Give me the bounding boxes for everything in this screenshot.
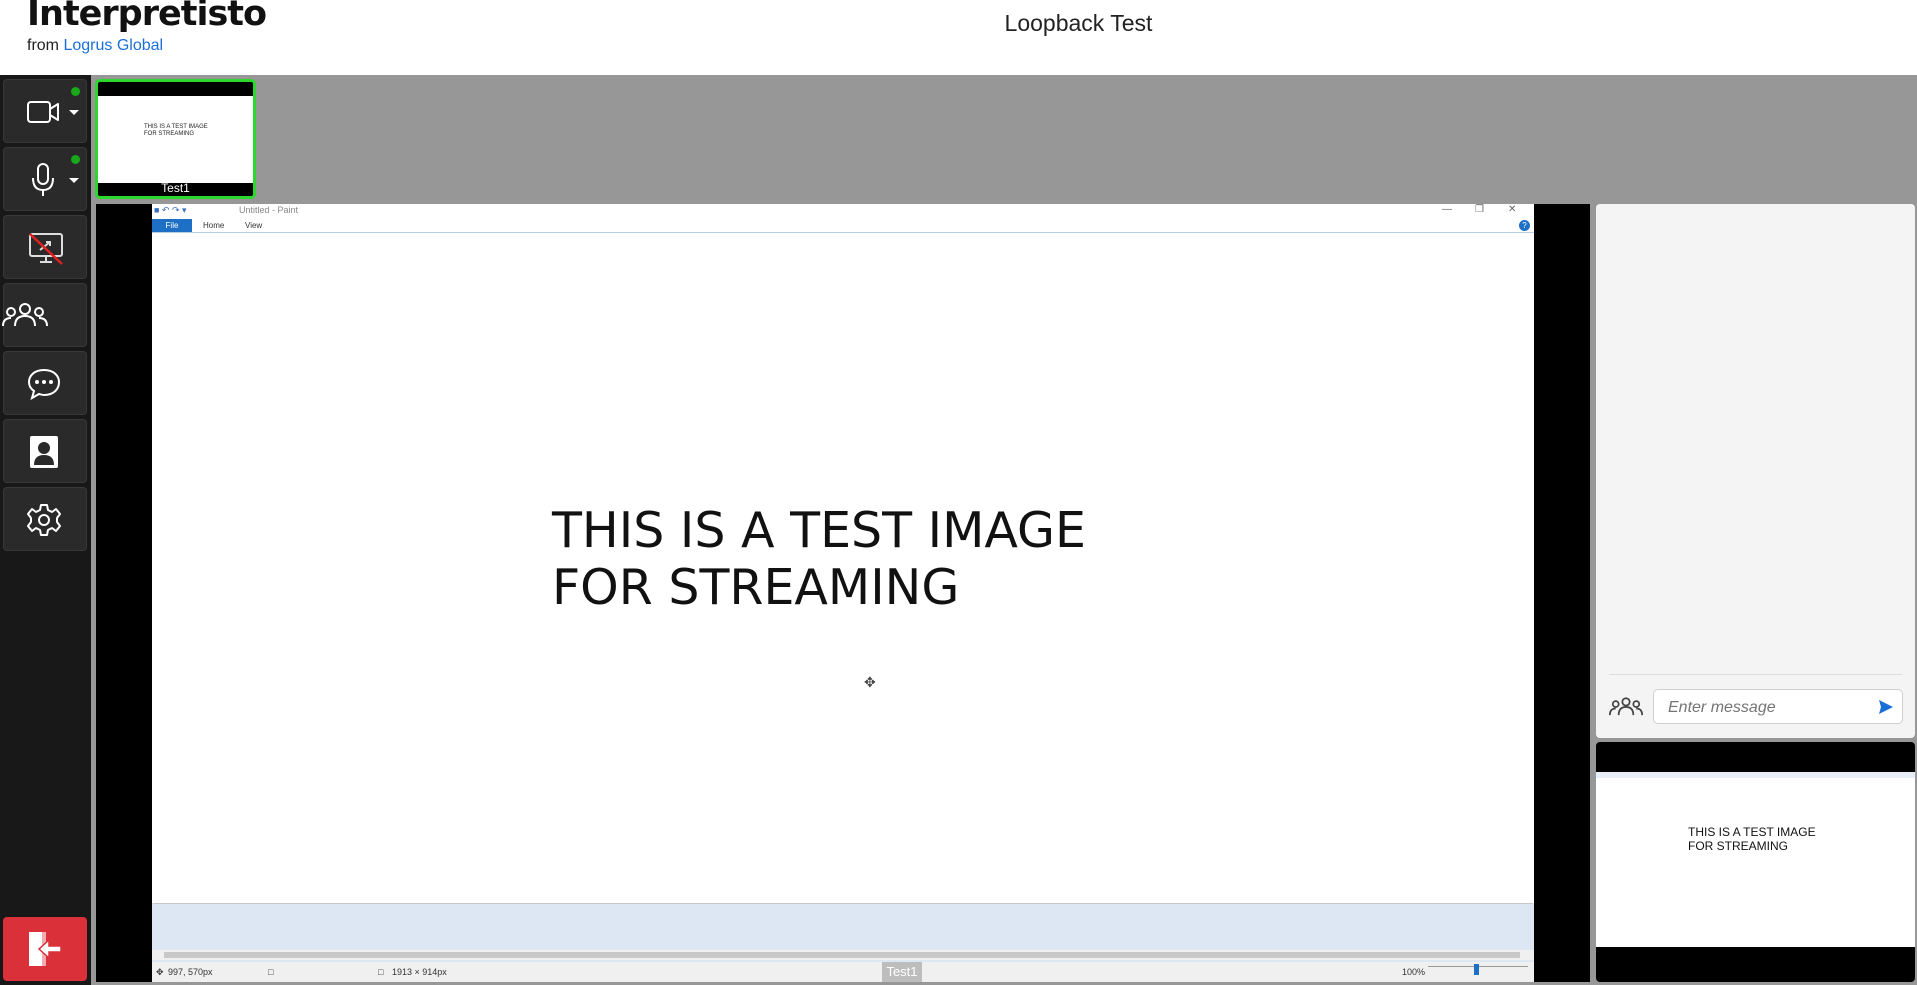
- chat-button[interactable]: [3, 351, 87, 415]
- send-icon[interactable]: [1878, 699, 1894, 720]
- chat-panel: [1596, 204, 1915, 738]
- paint-canvas: THIS IS A TEST IMAGE FOR STREAMING ✥: [152, 237, 1534, 903]
- canvas-text-line2: FOR STREAMING: [552, 559, 960, 616]
- message-input[interactable]: [1666, 697, 1870, 719]
- logrus-link[interactable]: Logrus Global: [63, 37, 163, 54]
- camera-button[interactable]: [3, 79, 87, 143]
- brand-subtitle: from Logrus Global: [27, 37, 163, 55]
- help-icon: ?: [1519, 220, 1530, 231]
- self-preview: THIS IS A TEST IMAGE FOR STREAMING: [1596, 742, 1915, 982]
- screen-share-button[interactable]: [3, 215, 87, 279]
- preview-text-line1: THIS IS A TEST IMAGE: [1688, 825, 1816, 839]
- chevron-down-icon[interactable]: [69, 178, 79, 183]
- profile-button[interactable]: [3, 419, 87, 483]
- cursor-position: 997, 570px: [168, 967, 213, 977]
- participant-thumbnail[interactable]: THIS IS A TEST IMAGE FOR STREAMING Test1: [95, 79, 256, 199]
- zoom-level: 100%: [1402, 967, 1426, 977]
- paint-home-tab: Home: [203, 221, 225, 230]
- paint-statusbar: ✥ 997, 570px □ □ 1913 × 914px 100%: [152, 962, 1534, 982]
- shared-paint-window: ■ ↶ ↷ ▾ Untitled - Paint — ❐ ✕ File Home…: [152, 204, 1534, 982]
- close-icon: ✕: [1508, 204, 1517, 215]
- chat-divider: [1609, 674, 1902, 675]
- header: Interpretisto from Logrus Global Loopbac…: [0, 0, 1917, 75]
- preview-text-line2: FOR STREAMING: [1688, 839, 1789, 853]
- zoom-slider-thumb: [1474, 964, 1479, 975]
- minimize-icon: —: [1442, 204, 1452, 215]
- message-box: [1653, 689, 1903, 724]
- thumbnail-text-line2: FOR STREAMING: [144, 131, 195, 137]
- cursor-position-icon: ✥: [156, 967, 164, 977]
- thumbnail-text-line1: THIS IS A TEST IMAGE: [144, 124, 208, 130]
- stream-label: Test1: [882, 962, 922, 982]
- paint-titlebar: ■ ↶ ↷ ▾ Untitled - Paint — ❐ ✕: [152, 204, 1534, 218]
- camera-status-dot: [71, 87, 80, 96]
- paint-ribbon: File Home View ?: [152, 219, 1534, 233]
- main-screen-share: ■ ↶ ↷ ▾ Untitled - Paint — ❐ ✕ File Home…: [96, 204, 1590, 982]
- chevron-down-icon[interactable]: [69, 110, 79, 115]
- leave-button[interactable]: [3, 917, 87, 981]
- quick-access-icons: ■ ↶ ↷ ▾: [154, 205, 187, 215]
- paint-file-tab: File: [152, 219, 192, 232]
- preview-screen: THIS IS A TEST IMAGE FOR STREAMING: [1596, 772, 1915, 947]
- thumbnail-label: Test1: [161, 181, 190, 195]
- crosshair-cursor-icon: ✥: [864, 674, 876, 690]
- people-icon[interactable]: [1608, 696, 1644, 723]
- microphone-button[interactable]: [3, 147, 87, 211]
- paint-horizontal-scrollbar: [152, 950, 1534, 960]
- from-label: from: [27, 37, 59, 54]
- microphone-status-dot: [71, 155, 80, 164]
- meeting-title: Loopback Test: [1004, 10, 1153, 36]
- preview-toolbar: [1596, 772, 1915, 778]
- preview-text: THIS IS A TEST IMAGE FOR STREAMING: [1688, 825, 1816, 853]
- settings-button[interactable]: [3, 487, 87, 551]
- sidebar: [0, 75, 91, 985]
- image-size: 1913 × 914px: [392, 967, 447, 977]
- thumbnail-screen: THIS IS A TEST IMAGE FOR STREAMING: [98, 96, 253, 183]
- image-size-icon: □: [378, 967, 384, 977]
- selection-size-icon: □: [268, 967, 274, 977]
- restore-icon: ❐: [1475, 204, 1484, 215]
- thumbnail-text: THIS IS A TEST IMAGE FOR STREAMING: [144, 124, 208, 138]
- canvas-text-line1: THIS IS A TEST IMAGE: [552, 502, 1086, 559]
- paint-window-title: Untitled - Paint: [239, 205, 299, 215]
- participants-button[interactable]: [2, 283, 87, 347]
- canvas-text: THIS IS A TEST IMAGE FOR STREAMING: [552, 502, 1086, 616]
- paint-view-tab: View: [245, 221, 263, 230]
